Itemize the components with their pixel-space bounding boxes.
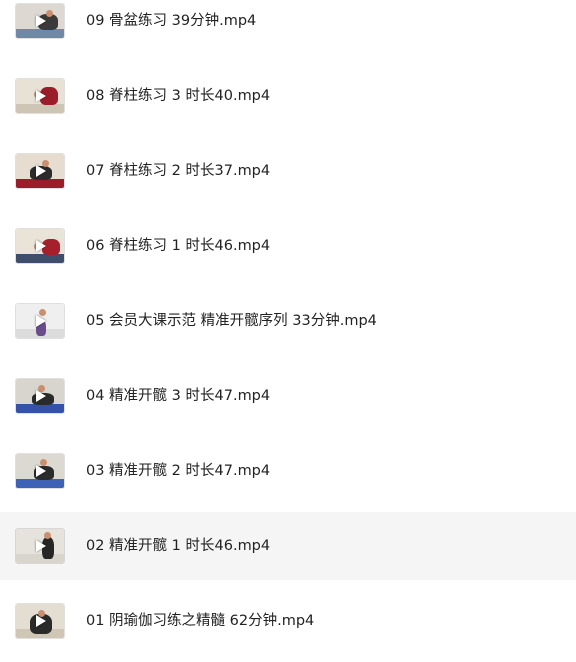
play-icon <box>36 165 46 177</box>
play-icon <box>36 90 46 102</box>
file-name: 01 阴瑜伽习练之精髓 62分钟.mp4 <box>86 613 315 629</box>
play-icon <box>36 615 46 627</box>
thumbnail-floor <box>16 254 64 263</box>
file-row[interactable]: 02 精准开髋 1 时长46.mp4 <box>0 512 576 580</box>
video-thumbnail[interactable] <box>16 304 64 338</box>
file-row[interactable]: 03 精准开髋 2 时长47.mp4 <box>0 437 576 505</box>
file-name: 09 骨盆练习 39分钟.mp4 <box>86 13 257 29</box>
file-name: 04 精准开髋 3 时长47.mp4 <box>86 388 271 404</box>
video-thumbnail[interactable] <box>16 79 64 113</box>
file-row[interactable]: 04 精准开髋 3 时长47.mp4 <box>0 362 576 430</box>
video-thumbnail[interactable] <box>16 229 64 263</box>
file-row[interactable]: 06 脊柱练习 1 时长46.mp4 <box>0 212 576 280</box>
file-name: 08 脊柱练习 3 时长40.mp4 <box>86 88 271 104</box>
thumbnail-floor <box>16 29 64 38</box>
file-name: 07 脊柱练习 2 时长37.mp4 <box>86 163 271 179</box>
play-icon <box>36 15 46 27</box>
video-thumbnail[interactable] <box>16 604 64 638</box>
file-row[interactable]: 05 会员大课示范 精准开髋序列 33分钟.mp4 <box>0 287 576 355</box>
file-row[interactable]: 09 骨盆练习 39分钟.mp4 <box>0 0 576 55</box>
video-thumbnail[interactable] <box>16 454 64 488</box>
file-name: 05 会员大课示范 精准开髋序列 33分钟.mp4 <box>86 313 377 329</box>
thumbnail-floor <box>16 179 64 188</box>
file-row[interactable]: 01 阴瑜伽习练之精髓 62分钟.mp4 <box>0 587 576 655</box>
file-name: 06 脊柱练习 1 时长46.mp4 <box>86 238 271 254</box>
thumbnail-head <box>44 532 51 539</box>
video-thumbnail[interactable] <box>16 379 64 413</box>
video-thumbnail[interactable] <box>16 154 64 188</box>
play-icon <box>36 540 46 552</box>
thumbnail-floor <box>16 554 64 563</box>
play-icon <box>36 465 46 477</box>
file-list: 09 骨盆练习 39分钟.mp4 08 脊柱练习 3 时长40.mp4 07 脊柱练… <box>0 0 576 662</box>
play-icon <box>36 390 46 402</box>
file-row[interactable]: 07 脊柱练习 2 时长37.mp4 <box>0 137 576 205</box>
file-name: 03 精准开髋 2 时长47.mp4 <box>86 463 271 479</box>
video-thumbnail[interactable] <box>16 529 64 563</box>
play-icon <box>36 240 46 252</box>
file-row[interactable]: 08 脊柱练习 3 时长40.mp4 <box>0 62 576 130</box>
video-thumbnail[interactable] <box>16 4 64 38</box>
thumbnail-floor <box>16 104 64 113</box>
thumbnail-floor <box>16 404 64 413</box>
thumbnail-floor <box>16 479 64 488</box>
file-name: 02 精准开髋 1 时长46.mp4 <box>86 538 271 554</box>
thumbnail-head <box>46 10 53 17</box>
play-icon <box>36 315 46 327</box>
